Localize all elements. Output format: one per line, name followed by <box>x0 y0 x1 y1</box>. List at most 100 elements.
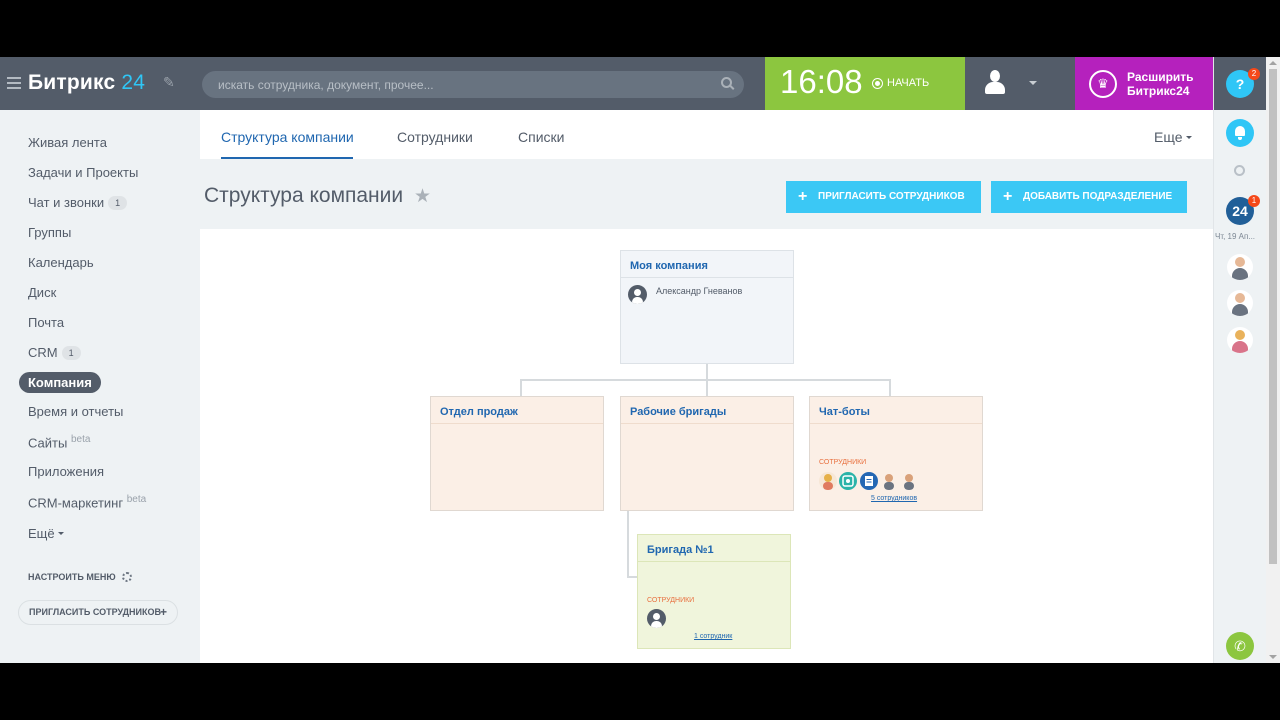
employees-count-link[interactable]: 1 сотрудник <box>694 633 732 640</box>
dept-card-chatbots[interactable]: Чат-боты СОТРУДНИКИ 5 сотрудников <box>809 396 983 511</box>
sidebar-item-company[interactable]: Компания <box>19 372 101 393</box>
employees-label: СОТРУДНИКИ <box>647 597 695 604</box>
scroll-up-arrow-icon[interactable] <box>1269 61 1277 65</box>
sidebar-item-feed[interactable]: Живая лента <box>28 135 107 150</box>
work-timer[interactable]: 16:08 НАЧАТЬ <box>765 57 965 110</box>
search-input[interactable] <box>202 71 744 98</box>
person-icon[interactable] <box>647 609 666 628</box>
card-divider <box>621 277 793 278</box>
bot-document-icon[interactable] <box>860 472 878 490</box>
edit-pencil-icon[interactable]: ✎ <box>163 74 175 91</box>
dept-card-brigade-1[interactable]: Бригада №1 СОТРУДНИКИ 1 сотрудник <box>637 534 791 649</box>
user-menu[interactable] <box>965 57 1075 110</box>
upgrade-line-1: Расширить <box>1127 70 1194 84</box>
crown-icon: ♛ <box>1089 70 1117 98</box>
tab-employees[interactable]: Сотрудники <box>397 129 473 145</box>
employees-count-link[interactable]: 5 сотрудников <box>871 495 917 502</box>
dept-head[interactable]: Александр Гневанов <box>628 285 742 304</box>
sidebar-item-disk[interactable]: Диск <box>28 285 56 300</box>
contact-avatar[interactable] <box>1227 290 1253 316</box>
dept-title[interactable]: Рабочие бригады <box>630 406 726 418</box>
person-icon <box>628 285 647 304</box>
employees-label: СОТРУДНИКИ <box>819 459 867 466</box>
connector-line <box>627 576 637 578</box>
logo-number: 24 <box>121 71 146 94</box>
favorite-star-icon[interactable]: ★ <box>414 185 431 208</box>
add-department-button[interactable]: + ДОБАВИТЬ ПОДРАЗДЕЛЕНИЕ <box>991 181 1187 213</box>
start-label: НАЧАТЬ <box>887 77 930 89</box>
sidebar-item-label: Приложения <box>28 464 105 479</box>
sidebar-item-apps[interactable]: Приложения <box>28 464 104 479</box>
logo[interactable]: Битрикс 24 <box>28 71 145 95</box>
dept-title[interactable]: Отдел продаж <box>440 406 518 418</box>
scroll-down-arrow-icon[interactable] <box>1269 655 1277 659</box>
tab-lists[interactable]: Списки <box>518 129 564 145</box>
chevron-down-icon <box>1185 136 1192 139</box>
dept-title[interactable]: Бригада №1 <box>647 544 714 556</box>
sidebar-item-label: Задачи и Проекты <box>28 165 139 180</box>
start-workday-button[interactable]: НАЧАТЬ <box>872 77 929 89</box>
invite-employees-button[interactable]: + ПРИГЛАСИТЬ СОТРУДНИКОВ <box>786 181 981 213</box>
contact-avatar[interactable] <box>1227 254 1253 280</box>
contact-avatar[interactable] <box>1227 327 1253 353</box>
phone-icon[interactable]: ✆ <box>1226 632 1254 660</box>
sidebar-invite-button[interactable]: ПРИГЛАСИТЬ СОТРУДНИКОВ + <box>18 600 178 625</box>
sidebar-item-time[interactable]: Время и отчеты <box>28 404 123 419</box>
configure-menu-button[interactable]: НАСТРОИТЬ МЕНЮ <box>28 572 132 582</box>
upgrade-label: Расширить Битрикс24 <box>1127 70 1194 98</box>
help-label: ? <box>1235 76 1245 92</box>
sidebar-item-groups[interactable]: Группы <box>28 225 71 240</box>
scrollbar-thumb[interactable] <box>1269 69 1277 564</box>
sidebar-item-mail[interactable]: Почта <box>28 315 64 330</box>
dept-card-brigades[interactable]: Рабочие бригады <box>620 396 794 511</box>
plus-icon: + <box>1003 188 1013 205</box>
menu-burger-icon[interactable] <box>7 77 21 89</box>
sidebar-item-calendar[interactable]: Календарь <box>28 255 94 270</box>
org-chart-area: Моя компания Александр Гневанов Отдел пр… <box>200 229 1213 663</box>
tab-label: Структура компании <box>221 129 354 145</box>
bot-search-icon[interactable] <box>839 472 857 490</box>
card-divider <box>431 423 603 424</box>
chat-badge: 1 <box>1248 195 1260 207</box>
tab-label: Списки <box>518 129 565 145</box>
sidebar-item-label: CRM <box>28 345 58 360</box>
rail-search-icon[interactable] <box>1234 165 1245 176</box>
beta-label: beta <box>70 434 91 445</box>
sidebar-item-more[interactable]: Ещё <box>28 526 64 541</box>
dept-title[interactable]: Моя компания <box>630 260 708 272</box>
dept-card-company[interactable]: Моя компания Александр Гневанов <box>620 250 794 364</box>
bot-avatar-icon[interactable] <box>819 472 837 490</box>
user-avatar-icon <box>985 70 1005 96</box>
search-box <box>202 71 744 98</box>
rail-header: ? 2 <box>1214 57 1267 110</box>
b24-label: 24 <box>1232 203 1248 219</box>
notifications-bell-icon[interactable] <box>1226 119 1254 147</box>
scrollbar[interactable] <box>1266 57 1280 663</box>
sidebar-item-label: Сайты <box>28 435 68 451</box>
sidebar-item-crm[interactable]: CRM 1 <box>28 345 81 360</box>
sidebar-item-sites[interactable]: Сайты beta <box>28 434 90 450</box>
sidebar-item-label: Группы <box>28 225 72 240</box>
connector-line <box>520 379 522 396</box>
person-avatar-icon[interactable] <box>900 472 918 490</box>
dept-title[interactable]: Чат-боты <box>819 406 870 418</box>
page-title: Структура компании <box>204 184 404 207</box>
sidebar-item-crm-marketing[interactable]: CRM-маркетинг beta <box>28 494 146 510</box>
tab-structure[interactable]: Структура компании <box>221 129 354 145</box>
invite-employees-label: ПРИГЛАСИТЬ СОТРУДНИКОВ <box>818 191 965 202</box>
chevron-down-icon <box>1029 81 1037 85</box>
search-icon[interactable] <box>721 77 732 88</box>
sidebar-item-tasks[interactable]: Задачи и Проекты <box>28 165 138 180</box>
clock: 16:08 <box>780 63 863 100</box>
logo-text: Битрикс <box>28 71 116 94</box>
sidebar-invite-label: ПРИГЛАСИТЬ СОТРУДНИКОВ <box>29 607 162 617</box>
tab-bar: Структура компании Сотрудники Списки Еще <box>200 110 1213 159</box>
tab-more-label: Еще <box>1154 129 1183 145</box>
tab-label: Сотрудники <box>397 129 473 145</box>
dept-card-sales[interactable]: Отдел продаж <box>430 396 604 511</box>
upgrade-button[interactable]: ♛ Расширить Битрикс24 <box>1075 57 1213 110</box>
sidebar-item-chat[interactable]: Чат и звонки 1 <box>28 195 128 210</box>
tab-more-button[interactable]: Еще <box>1154 129 1192 145</box>
add-department-label: ДОБАВИТЬ ПОДРАЗДЕЛЕНИЕ <box>1023 191 1173 202</box>
person-avatar-icon[interactable] <box>880 472 898 490</box>
